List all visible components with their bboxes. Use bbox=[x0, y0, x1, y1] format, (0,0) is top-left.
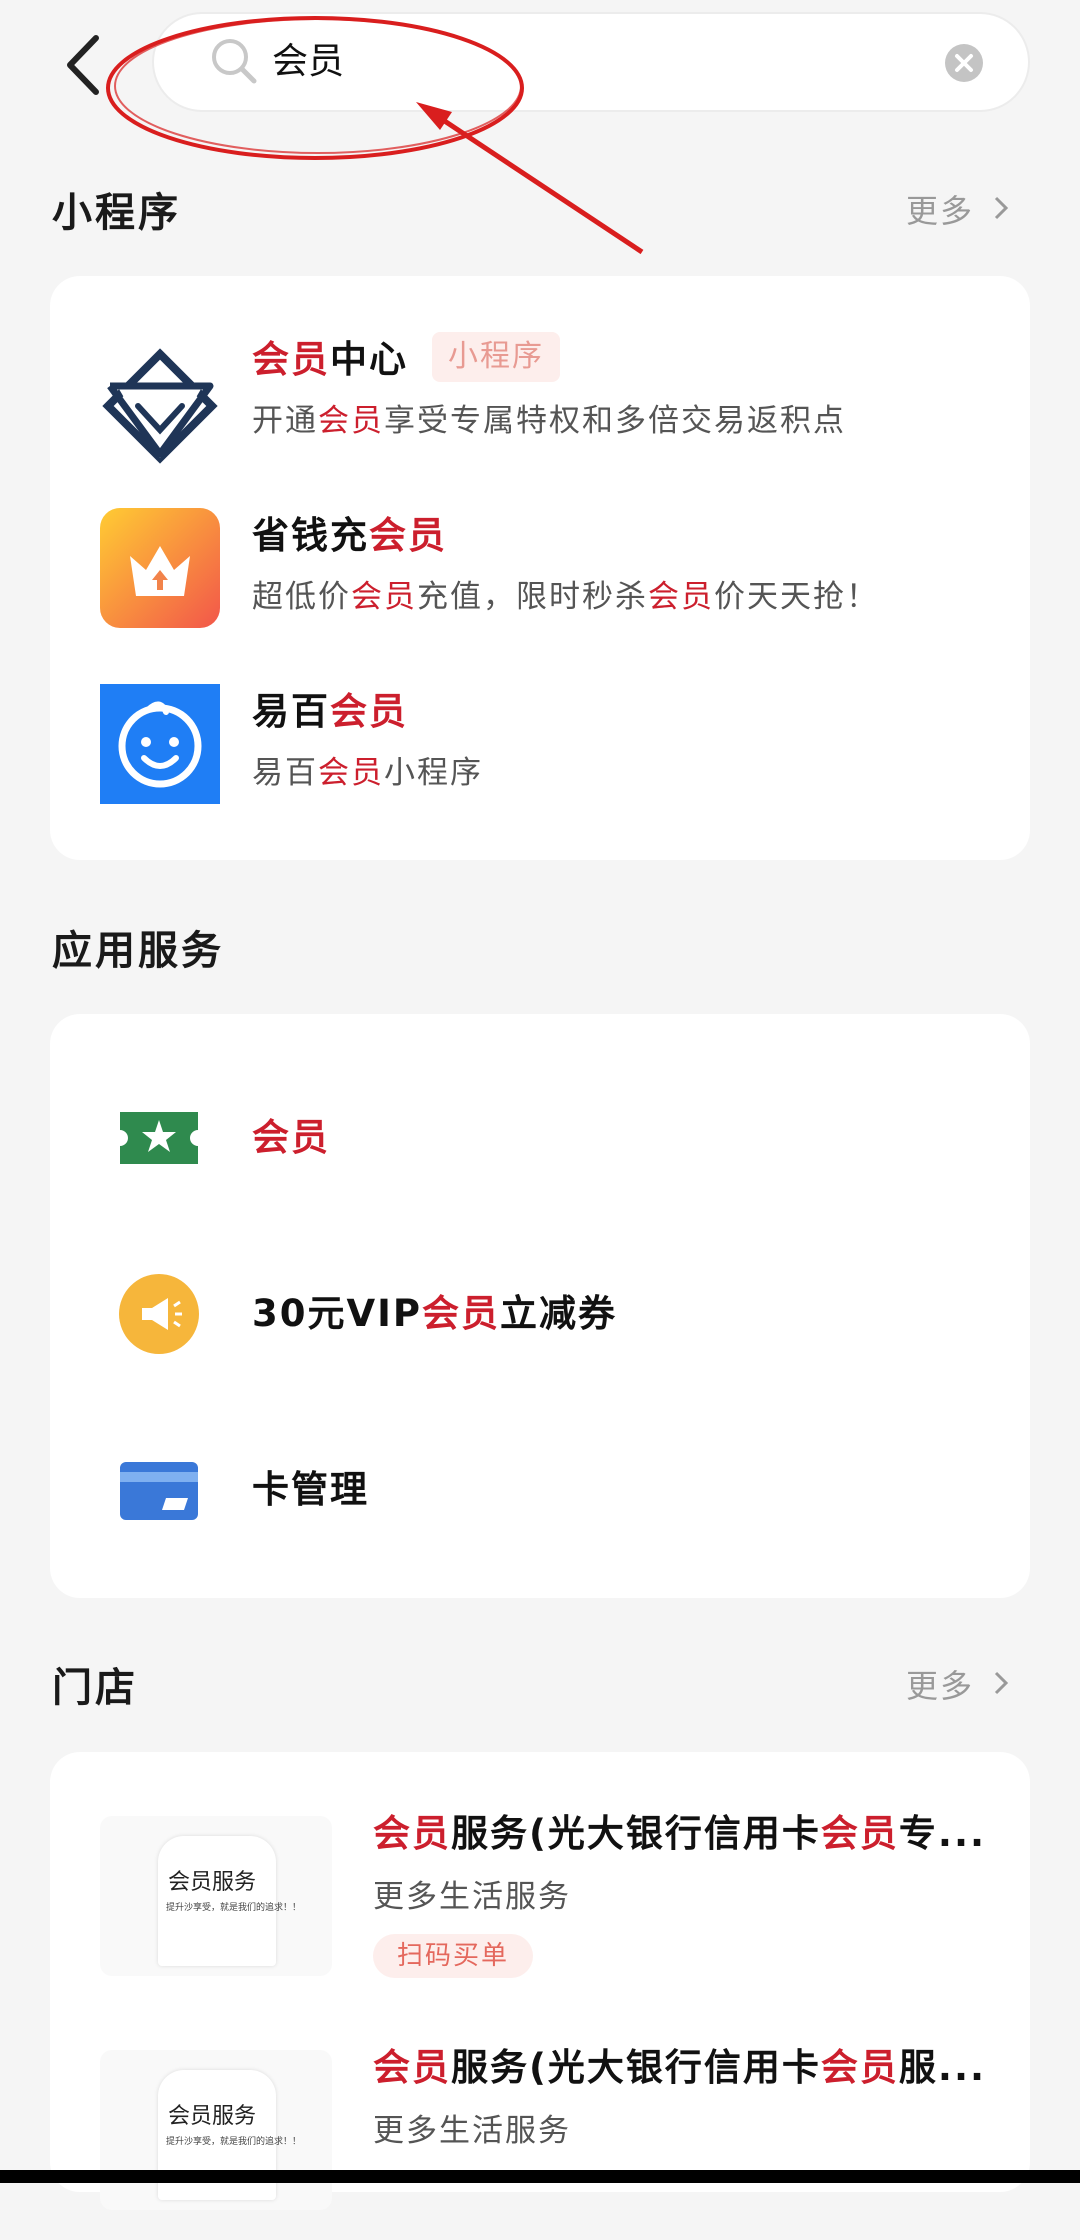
service-item-card-management[interactable]: 卡管理 bbox=[50, 1430, 980, 1550]
title-text: 服... bbox=[898, 2046, 987, 2089]
list-item-mini-program[interactable]: 易百会员 易百会员小程序 bbox=[50, 684, 950, 834]
desc-highlight: 会员 bbox=[648, 579, 714, 615]
more-label: 更多 bbox=[905, 1667, 974, 1705]
title-text: 服务(光大银行信用卡 bbox=[451, 1812, 821, 1855]
service-item-member[interactable]: 会员 bbox=[50, 1078, 980, 1198]
desc-highlight: 会员 bbox=[318, 755, 384, 791]
mini-programs-card: 会员中心 小程序 开通会员享受专属特权和多倍交易返积点 省钱充会员 超低价会员充值… bbox=[50, 276, 1030, 860]
mini-program-desc: 超低价会员充值，限时秒杀会员价天天抢！ bbox=[252, 572, 879, 622]
store-thumbnail: 会员服务 提升沙享受，就是我们的追求！！ bbox=[100, 1816, 332, 1976]
title-text: 服务(光大银行信用卡 bbox=[451, 2046, 821, 2089]
more-label: 更多 bbox=[905, 192, 974, 230]
title-text: 省钱充 bbox=[252, 514, 369, 557]
section-title-app-services: 应用服务 bbox=[52, 928, 224, 974]
label-highlight: 会员 bbox=[252, 1116, 330, 1159]
scan-pay-tag[interactable]: 扫码买单 bbox=[373, 1934, 534, 1978]
title-text: 专... bbox=[898, 1812, 987, 1855]
store-item[interactable]: 会员服务 提升沙享受，就是我们的追求！！ 会员服务(光大银行信用卡会员专... … bbox=[50, 1806, 1030, 2006]
label-text: 30元VIP bbox=[252, 1292, 423, 1335]
desc-text: 超低价 bbox=[252, 579, 351, 615]
list-item-mini-program[interactable]: 省钱充会员 超低价会员充值，限时秒杀会员价天天抢！ bbox=[50, 508, 950, 658]
label-text: 立减券 bbox=[500, 1292, 618, 1335]
mini-program-desc: 开通会员享受专属特权和多倍交易返积点 bbox=[252, 396, 846, 446]
bank-card-icon bbox=[118, 1458, 200, 1522]
thumb-title: 会员服务 bbox=[168, 2104, 257, 2129]
mini-program-title: 省钱充会员 bbox=[252, 508, 447, 564]
search-input[interactable]: 会员 bbox=[152, 12, 1030, 112]
desc-highlight: 会员 bbox=[351, 579, 417, 615]
desc-highlight: 会员 bbox=[318, 403, 384, 439]
title-highlight: 会员 bbox=[369, 514, 447, 557]
mini-program-tag: 小程序 bbox=[432, 332, 560, 382]
diamond-chevron-icon bbox=[100, 346, 220, 466]
title-highlight: 会员 bbox=[820, 1812, 899, 1855]
search-icon bbox=[209, 36, 259, 88]
store-thumbnail-card: 会员服务 提升沙享受，就是我们的追求！！ bbox=[158, 1836, 301, 1966]
thumb-subtitle: 提升沙享受，就是我们的追求！！ bbox=[166, 2137, 302, 2147]
mini-program-title: 易百会员 bbox=[252, 684, 408, 740]
label-text: 卡管理 bbox=[252, 1468, 369, 1511]
crown-icon bbox=[100, 508, 220, 628]
store-subtitle: 更多生活服务 bbox=[373, 2113, 571, 2149]
service-label: 会员 bbox=[252, 1108, 330, 1168]
more-stores-link[interactable]: 更多 bbox=[906, 1661, 1010, 1707]
chevron-right-icon bbox=[992, 1667, 1010, 1705]
desc-text: 享受专属特权和多倍交易返积点 bbox=[384, 403, 846, 439]
service-label: 卡管理 bbox=[252, 1460, 369, 1520]
title-highlight: 会员 bbox=[252, 338, 330, 381]
title-highlight: 会员 bbox=[373, 2046, 451, 2089]
service-item-vip-coupon[interactable]: 30元VIP会员立减券 bbox=[50, 1254, 980, 1374]
megaphone-icon bbox=[118, 1272, 200, 1356]
store-item[interactable]: 会员服务 提升沙享受，就是我们的追求！！ 会员服务(光大银行信用卡会员服... … bbox=[50, 2040, 1030, 2240]
list-item-mini-program[interactable]: 会员中心 小程序 开通会员享受专属特权和多倍交易返积点 bbox=[50, 332, 950, 482]
mini-program-title: 会员中心 小程序 bbox=[252, 332, 560, 388]
baby-face-icon bbox=[100, 684, 220, 804]
stores-card: 会员服务 提升沙享受，就是我们的追求！！ 会员服务(光大银行信用卡会员专... … bbox=[50, 1752, 1030, 2210]
more-mini-programs-link[interactable]: 更多 bbox=[906, 186, 1010, 232]
store-thumbnail: 会员服务 提升沙享受，就是我们的追求！！ bbox=[100, 2050, 332, 2210]
app-services-card: 会员 30元VIP会员立减券 卡管理 bbox=[50, 1014, 1030, 1598]
title-highlight: 会员 bbox=[373, 1812, 451, 1855]
title-text: 中心 bbox=[330, 338, 408, 381]
desc-text: 充值，限时秒杀 bbox=[417, 579, 648, 615]
desc-text: 开通 bbox=[252, 403, 318, 439]
mini-program-desc: 易百会员小程序 bbox=[252, 748, 483, 798]
service-label: 30元VIP会员立减券 bbox=[252, 1284, 617, 1344]
title-text: 易百 bbox=[252, 690, 330, 733]
title-highlight: 会员 bbox=[820, 2046, 899, 2089]
search-query[interactable]: 会员 bbox=[272, 36, 344, 88]
desc-text: 价天天抢！ bbox=[714, 579, 879, 615]
system-bottom-bar bbox=[0, 2170, 1080, 2183]
store-subtitle: 更多生活服务 bbox=[373, 1879, 571, 1915]
clear-icon[interactable] bbox=[944, 43, 984, 83]
top-bar: 会员 bbox=[0, 0, 1080, 130]
title-highlight: 会员 bbox=[330, 690, 408, 733]
section-title-stores: 门店 bbox=[52, 1665, 138, 1711]
store-title: 会员服务(光大银行信用卡会员服... bbox=[373, 2040, 1013, 2096]
desc-text: 易百 bbox=[252, 755, 318, 791]
back-arrow-icon[interactable] bbox=[60, 30, 110, 100]
store-title: 会员服务(光大银行信用卡会员专... bbox=[373, 1806, 1013, 1862]
chevron-right-icon bbox=[992, 192, 1010, 230]
star-ticket-icon bbox=[118, 1106, 200, 1170]
thumb-title: 会员服务 bbox=[168, 1870, 257, 1895]
label-highlight: 会员 bbox=[422, 1292, 501, 1335]
thumb-subtitle: 提升沙享受，就是我们的追求！！ bbox=[166, 1903, 302, 1913]
desc-text: 小程序 bbox=[384, 755, 483, 791]
section-title-mini-programs: 小程序 bbox=[52, 190, 181, 236]
